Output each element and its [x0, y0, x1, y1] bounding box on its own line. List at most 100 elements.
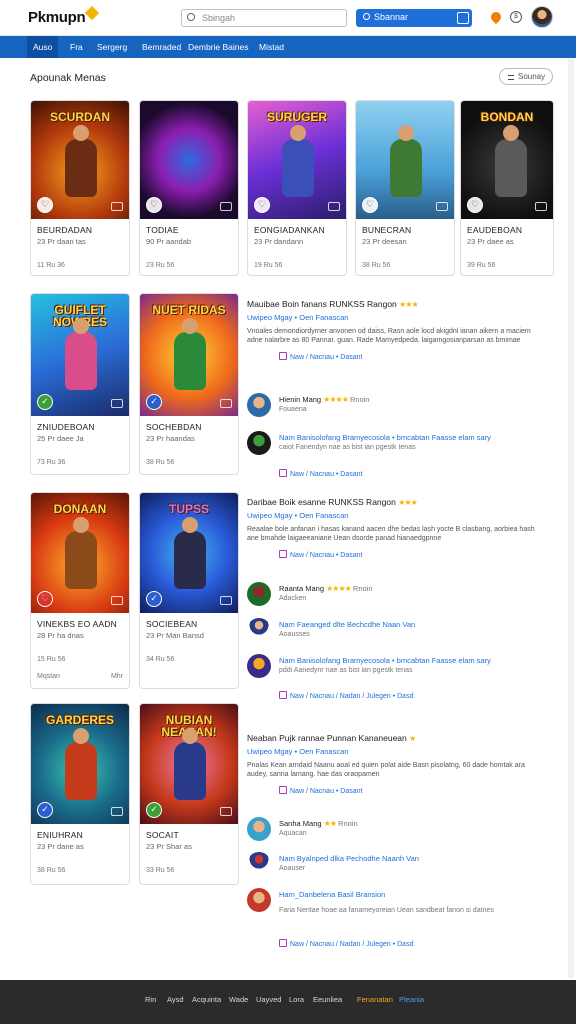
commenter-avatar[interactable]	[247, 852, 271, 876]
logo[interactable]: Pkmupn	[28, 5, 100, 26]
commenter-avatar[interactable]	[247, 654, 271, 678]
character-figure	[495, 125, 527, 197]
game-card[interactable]: NUBIAN NEABAN! ✓ SOCAIT 23 Pr Shar as 33…	[139, 703, 239, 885]
nav-item-6[interactable]: Mistad	[259, 42, 284, 52]
comment-author[interactable]: Raanta Mang ★★★★ Rnoin	[279, 584, 549, 593]
footer-link[interactable]: Pleania	[399, 995, 424, 1004]
filter-icon[interactable]	[457, 12, 469, 24]
comment-title[interactable]: Nam Banisolofang Bramyecosola • bmcabtan…	[279, 656, 549, 665]
commenter-avatar[interactable]	[247, 393, 271, 417]
game-card[interactable]: TUPSS ✓ SOCIEBEAN 23 Pr Man Bansd 34 Ru …	[139, 492, 239, 689]
comment-title[interactable]: Ham_Danbelena Basil Bransion	[279, 890, 549, 899]
search-input[interactable]: Sbingah	[181, 9, 347, 27]
review-actions[interactable]: Naw / Nacnau • Dasant	[279, 352, 547, 361]
scrollbar[interactable]	[568, 58, 574, 978]
favorite-icon[interactable]: ♡	[37, 591, 53, 607]
game-card[interactable]: NUET RIDAS ✓ SOCHEBDAN 23 Pr haandas 38 …	[139, 293, 239, 475]
search-button[interactable]: Sbannar	[356, 9, 472, 27]
nav-item-2[interactable]: Fra	[70, 42, 83, 52]
expand-icon[interactable]	[220, 202, 232, 211]
comment-sub: Aquacan	[279, 830, 307, 837]
comment-actions[interactable]: Naw / Nacnau / Nadan / Julegen • Dasd	[279, 939, 413, 948]
expand-icon[interactable]	[328, 202, 340, 211]
comment-actions[interactable]: Naw / Nacnau • Dasant	[279, 469, 363, 478]
check-icon[interactable]: ✓	[146, 394, 162, 410]
commenter-avatar[interactable]	[247, 817, 271, 841]
card-footer-left[interactable]: Mqstan	[37, 673, 60, 680]
favorite-icon[interactable]: ♡	[146, 197, 162, 213]
comment-title[interactable]: Nam Faeanged dlte Bechcdhe Naan Van	[279, 620, 549, 629]
comment-title[interactable]: Nam Byalnped dlka Pechodhe Naanh Van	[279, 854, 549, 863]
footer-link[interactable]: Rin	[145, 995, 156, 1004]
comment-author[interactable]: Sanha Mang ★★ Rnoin	[279, 819, 549, 828]
expand-icon[interactable]	[111, 596, 123, 605]
expand-icon[interactable]	[220, 807, 232, 816]
check-icon[interactable]: ✓	[37, 802, 53, 818]
trending-icon[interactable]	[488, 9, 504, 25]
character-figure	[65, 125, 97, 197]
game-card-name: BEURDADAN	[37, 225, 93, 235]
favorite-icon[interactable]: ♡	[37, 197, 53, 213]
game-card[interactable]: SCURDAN ♡ BEURDADAN 23 Pr daan tas 11 Ru…	[30, 100, 130, 276]
game-card[interactable]: GARDERES ✓ ENIUHRAN 23 Pr dane as 38 Ru …	[30, 703, 130, 885]
game-card-sub: 28 Pr ha dnas	[37, 631, 84, 640]
footer-link[interactable]: Uayved	[256, 995, 281, 1004]
game-card-meta: 73 Ru 36	[37, 459, 66, 466]
review-actions[interactable]: Naw / Nacnau • Dasant	[279, 786, 547, 795]
check-icon[interactable]: ✓	[37, 394, 53, 410]
character-figure	[174, 517, 206, 589]
expand-icon[interactable]	[220, 596, 232, 605]
expand-icon[interactable]	[436, 202, 448, 211]
comment-actions[interactable]: Naw / Nacnau / Nadan / Julegen • Dasd	[279, 691, 413, 700]
commenter-avatar[interactable]	[247, 888, 271, 912]
character-figure	[65, 728, 97, 800]
favorite-icon[interactable]: ♡	[362, 197, 378, 213]
favorite-icon[interactable]: ♡	[254, 197, 270, 213]
game-card-name: ZNIUDEBOAN	[37, 422, 95, 432]
commenter-avatar[interactable]	[247, 431, 271, 455]
review-author[interactable]: Uwipeo Mgay • Oen Fanascan	[247, 747, 547, 756]
footer-link[interactable]: Wade	[229, 995, 248, 1004]
game-card[interactable]: BONDAN ♡ EAUDEBOAN 23 Pr daee as 39 Ru 5…	[460, 100, 554, 276]
game-card-name: SOCHEBDAN	[146, 422, 202, 432]
expand-icon[interactable]	[220, 399, 232, 408]
nav-item-4[interactable]: Bemraded	[142, 42, 181, 52]
nav-item-3[interactable]: Sergerg	[97, 42, 127, 52]
footer-link[interactable]: Lora	[289, 995, 304, 1004]
review-actions[interactable]: Naw / Nacnau • Dasant	[279, 550, 547, 559]
game-card[interactable]: ♡ TODIAE 90 Pr aandab 23 Ru 56	[139, 100, 239, 276]
footer-link[interactable]: Aysd	[167, 995, 184, 1004]
check-icon[interactable]: ✓	[146, 802, 162, 818]
review-title[interactable]: Daribae Boik esanne RUNKSS Rangon ★★★	[247, 497, 547, 507]
review-title[interactable]: Neaban Pujk rannae Punnan Kananeuean ★	[247, 733, 547, 743]
history-icon[interactable]: $	[510, 11, 522, 23]
nav-item-home[interactable]: Auso	[27, 36, 59, 58]
favorite-icon[interactable]: ♡	[467, 197, 483, 213]
reply-icon	[279, 939, 287, 947]
comment-author[interactable]: Hienin Mang ★★★★ Rnoin	[279, 395, 549, 404]
review-author[interactable]: Uwipeo Mgay • Oen Fanascan	[247, 313, 547, 322]
game-card[interactable]: ♡ BUNECRAN 23 Pr deesan 38 Ru 56	[355, 100, 455, 276]
game-card-sub: 23 Pr daan tas	[37, 237, 86, 246]
comment-title[interactable]: Nam Banisolofang Bramyecosola • bmcabtan…	[279, 433, 549, 442]
commenter-avatar[interactable]	[247, 618, 271, 642]
expand-icon[interactable]	[111, 399, 123, 408]
game-card[interactable]: SURUGER ♡ EONGIADANKAN 23 Pr dandann 19 …	[247, 100, 347, 276]
review-author[interactable]: Uwipeo Mgay • Oen Fanascan	[247, 511, 547, 520]
card-footer-right[interactable]: Mhr	[111, 673, 123, 680]
commenter-avatar[interactable]	[247, 582, 271, 606]
sort-button[interactable]: Sounay	[499, 68, 553, 85]
user-avatar[interactable]	[531, 6, 553, 28]
check-icon[interactable]: ✓	[146, 591, 162, 607]
nav-item-5[interactable]: Dembrie Baines	[188, 42, 248, 52]
footer-link[interactable]: Eeunliea	[313, 995, 342, 1004]
footer-link[interactable]: Acquinta	[192, 995, 221, 1004]
game-card-sub: 23 Pr daee as	[467, 237, 514, 246]
game-card[interactable]: DONAAN ♡ VINEKBS EO AADN 28 Pr ha dnas 1…	[30, 492, 130, 689]
footer-link[interactable]: Fenanatan	[357, 995, 393, 1004]
expand-icon[interactable]	[111, 807, 123, 816]
review-title[interactable]: Mauibae Boin fanans RUNKSS Rangon ★★★	[247, 299, 547, 309]
expand-icon[interactable]	[111, 202, 123, 211]
expand-icon[interactable]	[535, 202, 547, 211]
game-card[interactable]: GUIFLET NOWRES ✓ ZNIUDEBOAN 25 Pr daee J…	[30, 293, 130, 475]
